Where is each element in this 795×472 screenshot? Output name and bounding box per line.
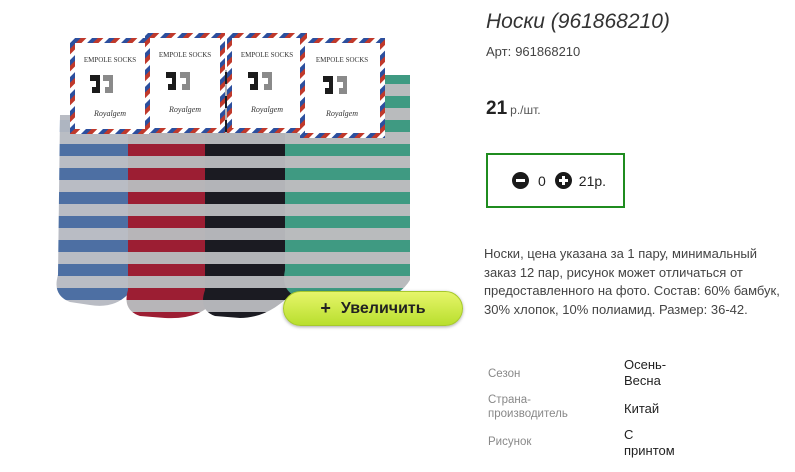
property-key: Страна-производитель bbox=[488, 394, 568, 420]
product-description: Носки, цена указана за 1 пару, минимальн… bbox=[484, 246, 780, 317]
tag-brand-text-4: EMPOLE SOCKS bbox=[316, 56, 368, 64]
quantity-control: 0 21р. bbox=[486, 153, 625, 208]
tag-maker-text-4: Royalgem bbox=[325, 109, 358, 118]
price-value: 21 bbox=[486, 98, 508, 119]
price-unit: р./шт. bbox=[510, 103, 541, 117]
tag-brand-text-3: EMPOLE SOCKS bbox=[241, 51, 293, 59]
property-key: Сезон bbox=[488, 368, 521, 380]
plus-icon: + bbox=[320, 298, 331, 318]
tag-maker-text-2: Royalgem bbox=[168, 105, 201, 114]
tag-3 bbox=[227, 33, 307, 133]
property-row: Страна-производитель Китай bbox=[486, 391, 686, 427]
zoom-button[interactable]: + Увеличить bbox=[283, 291, 463, 326]
sku-label: Арт: bbox=[486, 44, 512, 59]
tag-maker-text-1: Royalgem bbox=[93, 109, 126, 118]
property-value: С принтом bbox=[624, 427, 675, 458]
quantity-sum: 21р. bbox=[578, 172, 607, 189]
product-sku: Арт: 961868210 bbox=[486, 44, 580, 59]
tag-2 bbox=[145, 33, 225, 133]
property-row: Рисунок С принтом bbox=[486, 427, 686, 461]
minus-icon[interactable] bbox=[512, 172, 529, 189]
sku-value: 961868210 bbox=[515, 44, 581, 59]
quantity-value: 0 bbox=[538, 172, 546, 189]
product-price: 21 р./шт. bbox=[486, 98, 541, 120]
product-photo[interactable]: EMPOLE SOCKS EMPOLE SOCKS EMPOLE SOCKS E… bbox=[0, 0, 470, 340]
sock-blue bbox=[56, 115, 135, 306]
properties-table: Сезон Осень-Весна Страна-производитель К… bbox=[486, 355, 686, 461]
product-title: Носки (961868210) bbox=[486, 10, 670, 33]
property-value: Китай bbox=[624, 401, 660, 416]
tag-1 bbox=[70, 38, 150, 134]
tag-maker-text-3: Royalgem bbox=[250, 105, 283, 114]
tag-4 bbox=[300, 38, 385, 138]
zoom-button-label: Увеличить bbox=[340, 299, 426, 317]
property-key: Рисунок bbox=[488, 436, 532, 448]
tag-brand-text-2: EMPOLE SOCKS bbox=[159, 51, 211, 59]
property-row: Сезон Осень-Весна bbox=[486, 355, 686, 391]
plus-circle-icon[interactable] bbox=[554, 172, 572, 189]
property-value: Осень-Весна bbox=[624, 357, 667, 388]
tag-brand-text-1: EMPOLE SOCKS bbox=[84, 56, 136, 64]
